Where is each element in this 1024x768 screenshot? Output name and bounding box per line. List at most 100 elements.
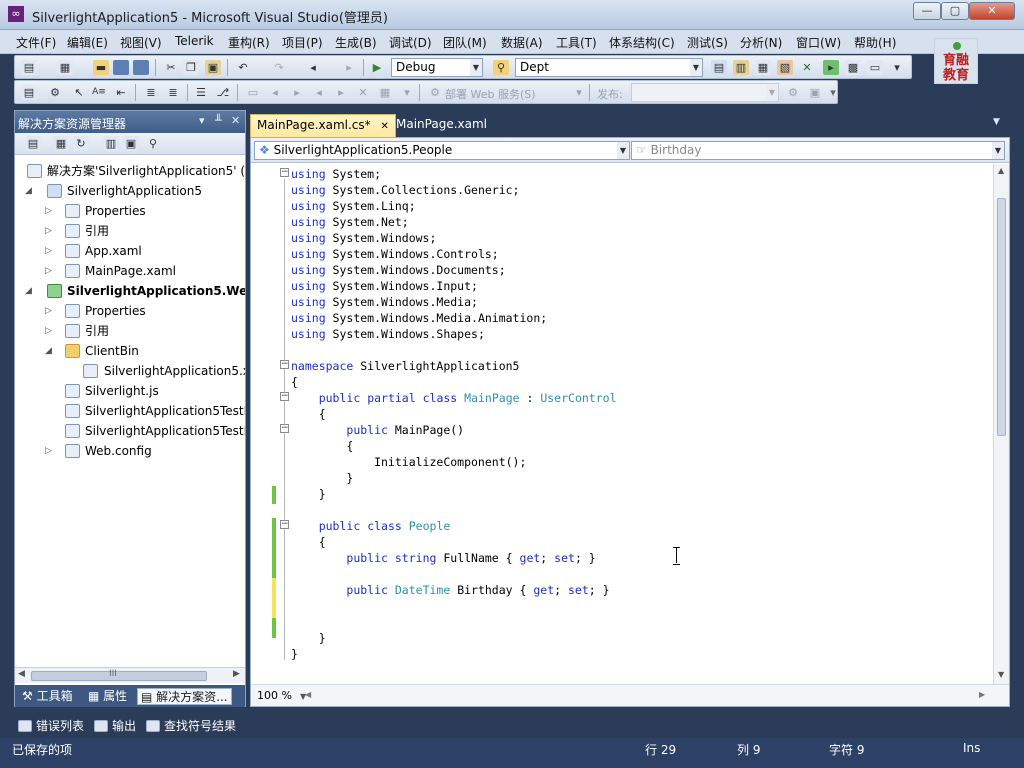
show-all-files-icon[interactable]: ▦	[53, 136, 69, 151]
code-line[interactable]: {	[291, 406, 326, 422]
visual-studio-icon[interactable]: ∞	[8, 6, 24, 22]
code-line[interactable]: }	[291, 646, 298, 662]
code-line[interactable]: {	[291, 534, 326, 550]
collapse-outline-icon[interactable]: −	[280, 168, 289, 177]
start-page-icon[interactable]: ✕	[799, 60, 815, 75]
collapse-outline-icon[interactable]: −	[280, 424, 289, 433]
navigate-backward-icon[interactable]: ◂	[305, 60, 321, 75]
decrease-indent-icon[interactable]: ⇤	[113, 85, 129, 100]
code-line[interactable]: using System.Windows.Controls;	[291, 246, 499, 262]
add-item-icon[interactable]: ▦	[57, 60, 73, 75]
code-line[interactable]: public DateTime Birthday { get; set; }	[291, 582, 609, 598]
menu-refactor[interactable]: 重构(R)	[228, 34, 270, 51]
menu-tools[interactable]: 工具(T)	[556, 34, 597, 51]
menu-debug[interactable]: 调试(D)	[389, 34, 432, 51]
clear-bookmarks-icon[interactable]: ✕	[355, 85, 371, 100]
window-position-icon[interactable]: ▾	[199, 114, 205, 127]
expand-arrow-icon[interactable]: ▷	[45, 321, 57, 341]
bookmark-window-icon[interactable]: ▦	[377, 85, 393, 100]
tab-properties[interactable]: ▦ 属性	[85, 688, 130, 705]
code-line[interactable]: public MainPage()	[291, 422, 464, 438]
vertical-scrollbar[interactable]: ▲ ▼	[993, 164, 1009, 684]
menu-team[interactable]: 团队(M)	[443, 34, 487, 51]
undo-icon[interactable]: ↶	[235, 60, 251, 75]
previous-bookmark-folder-icon[interactable]: ◂	[311, 85, 327, 100]
expand-arrow-icon[interactable]: ▷	[45, 261, 57, 281]
scroll-thumb[interactable]	[31, 671, 207, 681]
navigate-forward-icon[interactable]: ▸	[341, 60, 357, 75]
scroll-thumb[interactable]	[997, 198, 1006, 436]
copy-icon[interactable]: ❐	[183, 60, 199, 75]
minimize-button[interactable]: —	[913, 2, 941, 20]
scroll-right-icon[interactable]: ▶	[233, 669, 240, 679]
start-debugging-icon[interactable]: ▶	[369, 60, 385, 75]
toolbox-icon[interactable]: ▧	[777, 60, 793, 75]
solution-configuration-select[interactable]: Debug ▼	[391, 58, 483, 77]
tab-mainpage-xaml-cs[interactable]: MainPage.xaml.cs* ✕	[250, 114, 396, 137]
team-explorer-icon[interactable]: ▩	[845, 60, 861, 75]
expand-arrow-icon[interactable]: ▷	[45, 221, 57, 241]
indent-icon[interactable]: ≣	[165, 85, 181, 100]
tab-find-symbol-results[interactable]: 查找符号结果	[146, 716, 236, 736]
toolbar-options-icon[interactable]: ▾	[889, 60, 905, 75]
horizontal-scrollbar[interactable]: ◀ III ▶	[15, 667, 245, 683]
code-line[interactable]: }	[291, 470, 353, 486]
menu-edit[interactable]: 编辑(E)	[67, 34, 108, 51]
code-line[interactable]: using System.Windows;	[291, 230, 436, 246]
properties-window-icon[interactable]: ▥	[733, 60, 749, 75]
scroll-up-icon[interactable]: ▲	[998, 166, 1004, 175]
tab-mainpage-xaml[interactable]: MainPage.xaml	[390, 114, 493, 137]
tab-list-dropdown-icon[interactable]: ▼	[993, 117, 1000, 127]
collapse-outline-icon[interactable]: −	[280, 360, 289, 369]
toolbar-options-icon[interactable]: ▾	[399, 85, 415, 100]
collapse-arrow-icon[interactable]: ◢	[45, 341, 57, 361]
parameter-info-icon[interactable]: ⚙	[47, 85, 63, 100]
code-line[interactable]: using System.Linq;	[291, 198, 416, 214]
refresh-icon[interactable]: ↻	[73, 136, 89, 151]
toggle-bookmark-icon[interactable]: ▭	[245, 85, 261, 100]
toolbar-options-icon[interactable]: ▾	[825, 85, 841, 100]
close-button[interactable]: ✕	[969, 2, 1015, 20]
menu-project[interactable]: 项目(P)	[282, 34, 323, 51]
find-in-files-icon[interactable]: ⚲	[493, 60, 509, 75]
view-designer-icon[interactable]: ▣	[123, 136, 139, 151]
code-line[interactable]: using System;	[291, 166, 381, 182]
menu-view[interactable]: 视图(V)	[120, 34, 162, 51]
cut-icon[interactable]: ✂	[163, 60, 179, 75]
expand-arrow-icon[interactable]: ▷	[45, 241, 57, 261]
code-line[interactable]: public class People	[291, 518, 451, 534]
menu-window[interactable]: 窗口(W)	[796, 34, 841, 51]
menu-test[interactable]: 测试(S)	[687, 34, 728, 51]
collapse-arrow-icon[interactable]: ◢	[25, 181, 37, 201]
code-line[interactable]: public string FullName { get; set; }	[291, 550, 595, 566]
extension-manager-icon[interactable]: ▸	[823, 60, 839, 75]
word-completion-icon[interactable]: A≡	[91, 85, 107, 100]
view-code-icon[interactable]: ▥	[103, 136, 119, 151]
code-line[interactable]: namespace SilverlightApplication5	[291, 358, 519, 374]
collapse-outline-icon[interactable]: −	[280, 392, 289, 401]
member-navigation-select[interactable]: ☞ Birthday ▼	[631, 141, 1005, 160]
find-combo[interactable]: Dept ▼	[515, 58, 703, 77]
code-line[interactable]: {	[291, 438, 353, 454]
expand-arrow-icon[interactable]: ▷	[45, 201, 57, 221]
save-all-icon[interactable]	[133, 60, 149, 75]
tab-error-list[interactable]: 错误列表	[18, 716, 84, 736]
collapse-arrow-icon[interactable]: ◢	[25, 281, 37, 301]
paste-icon[interactable]: ▣	[205, 60, 221, 75]
scroll-down-icon[interactable]: ▼	[998, 670, 1004, 679]
new-project-icon[interactable]: ▤	[21, 60, 37, 75]
code-line[interactable]: InitializeComponent();	[291, 454, 526, 470]
open-file-icon[interactable]: ▬	[93, 60, 109, 75]
code-line[interactable]: public partial class MainPage : UserCont…	[291, 390, 617, 406]
code-text-area[interactable]: − − − − − using System; using System.Coll…	[251, 164, 993, 684]
code-line[interactable]: {	[291, 374, 298, 390]
outdent-icon[interactable]: ≣	[143, 85, 159, 100]
zoom-select[interactable]: 100 % ▼	[257, 689, 306, 702]
tab-toolbox[interactable]: ⚒ 工具箱	[19, 688, 76, 705]
expand-arrow-icon[interactable]: ▷	[45, 441, 57, 461]
display-object-member-list-icon[interactable]: ▤	[21, 85, 37, 100]
save-icon[interactable]	[113, 60, 129, 75]
menu-build[interactable]: 生成(B)	[335, 34, 377, 51]
code-line[interactable]: using System.Windows.Input;	[291, 278, 478, 294]
next-bookmark-icon[interactable]: ▸	[289, 85, 305, 100]
